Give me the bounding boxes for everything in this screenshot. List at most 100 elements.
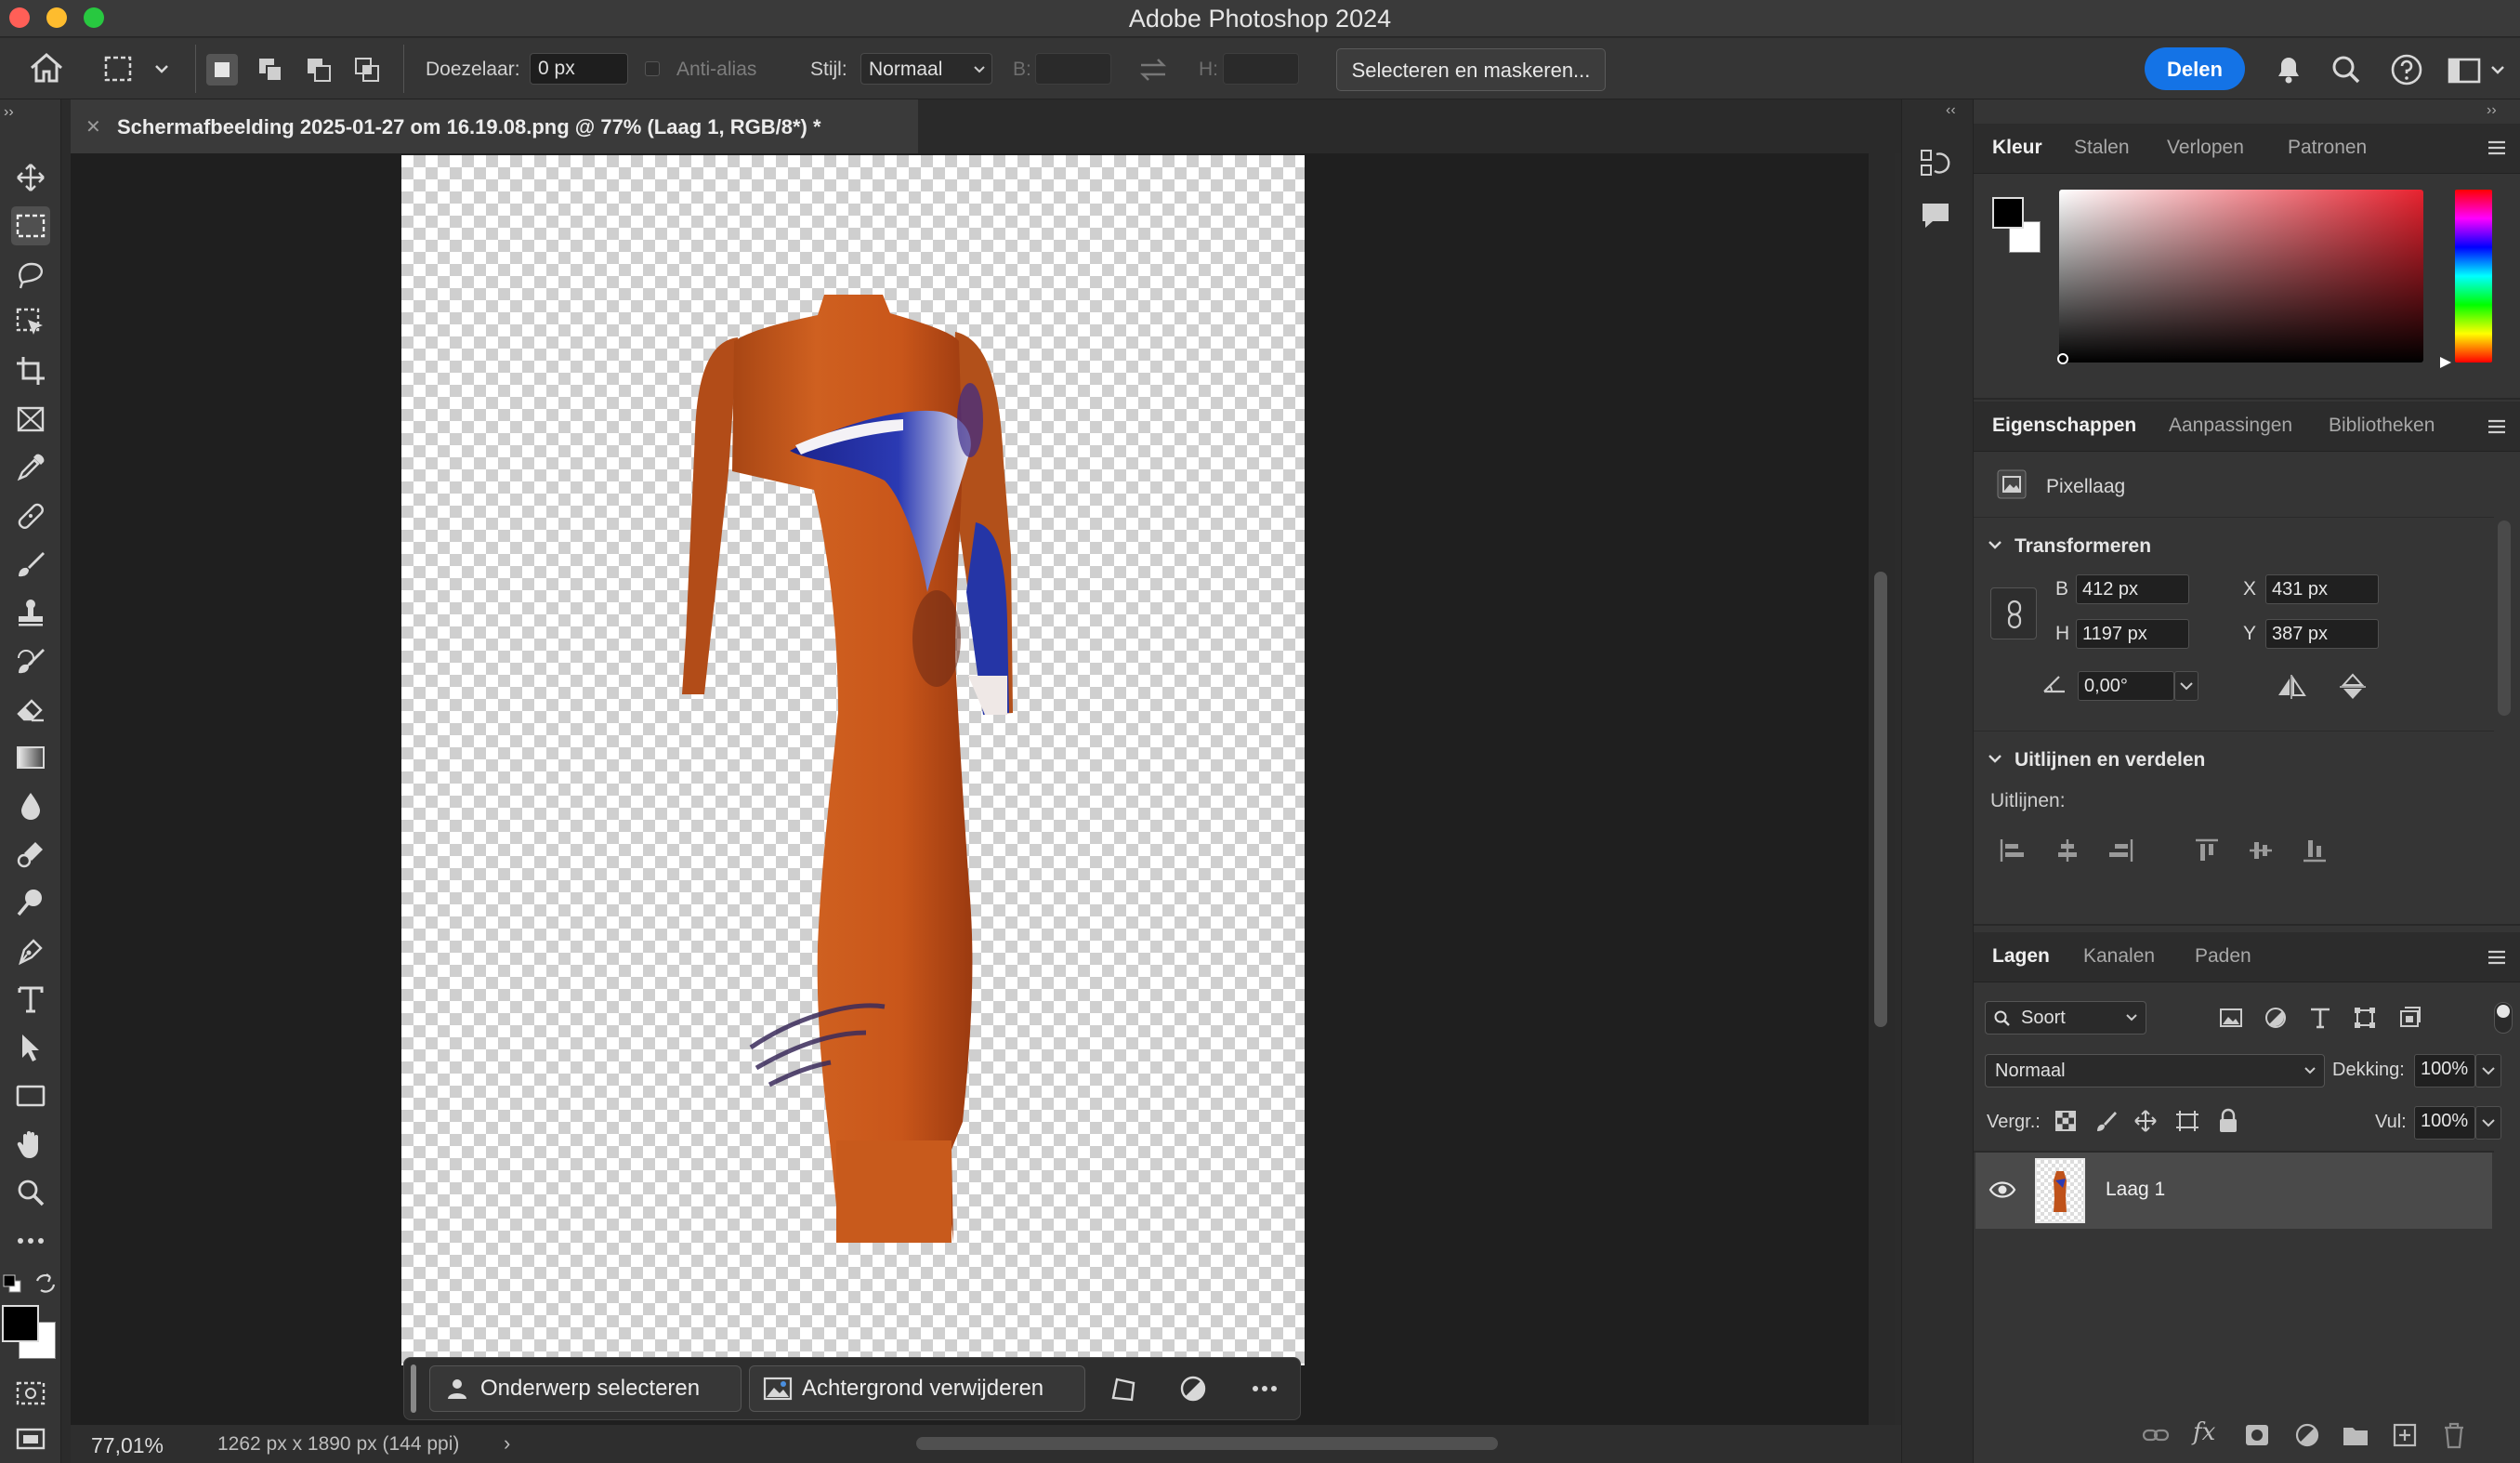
tab-libraries[interactable]: Bibliotheken <box>2329 415 2435 437</box>
lock-image-pixels-icon[interactable] <box>2094 1109 2119 1133</box>
width-input[interactable] <box>1035 53 1111 85</box>
eye-icon[interactable] <box>1988 1179 2016 1201</box>
rect-marquee-tool-icon[interactable] <box>11 206 50 245</box>
link-dimensions-button[interactable] <box>1990 587 2037 639</box>
chevron-down-icon[interactable] <box>1987 753 2003 766</box>
tab-channels[interactable]: Kanalen <box>2083 945 2155 968</box>
height-field[interactable]: 1197 px <box>2076 619 2189 649</box>
add-to-selection-button[interactable] <box>255 54 286 86</box>
help-icon[interactable] <box>2390 53 2423 86</box>
object-selection-tool-icon[interactable] <box>11 303 50 342</box>
align-top-edges-icon[interactable] <box>2193 837 2221 864</box>
tab-adjustments[interactable]: Aanpassingen <box>2169 415 2292 437</box>
fill-dropdown[interactable] <box>2475 1106 2501 1140</box>
add-mask-icon[interactable] <box>2243 1422 2271 1448</box>
new-adjustment-layer-icon[interactable] <box>2293 1422 2321 1448</box>
search-icon[interactable] <box>2330 54 2362 86</box>
fill-field[interactable]: 100% <box>2414 1106 2475 1140</box>
swap-colors-icon[interactable] <box>33 1272 58 1296</box>
swap-dimensions-icon[interactable] <box>1137 56 1169 84</box>
adjustment-icon[interactable] <box>1178 1374 1208 1404</box>
angle-field[interactable]: 0,00° <box>2078 671 2174 701</box>
delete-layer-icon[interactable] <box>2442 1421 2466 1449</box>
path-selection-tool-icon[interactable] <box>11 1028 50 1067</box>
horizontal-scroll-thumb[interactable] <box>916 1437 1498 1450</box>
comments-panel-icon[interactable] <box>1920 201 1951 231</box>
crop-tool-icon[interactable] <box>11 351 50 390</box>
filter-toggle[interactable] <box>2494 1002 2513 1034</box>
flip-horizontal-icon[interactable] <box>2275 673 2308 701</box>
hand-tool-icon[interactable] <box>11 1125 50 1164</box>
chevron-down-icon[interactable] <box>1987 539 2003 552</box>
screen-mode-icon[interactable] <box>11 1420 50 1459</box>
collapse-dock-icon[interactable]: ‹‹ <box>1946 102 1956 119</box>
lock-artboard-icon[interactable] <box>2174 1109 2200 1133</box>
task-bar-handle[interactable] <box>411 1364 416 1413</box>
more-tools-icon[interactable] <box>11 1221 50 1260</box>
transform-icon[interactable] <box>1108 1374 1139 1404</box>
gradient-tool-icon[interactable] <box>11 738 50 777</box>
clone-stamp-tool-icon[interactable] <box>11 593 50 632</box>
hue-slider-handle[interactable] <box>2438 355 2453 370</box>
eyedropper-tool-icon[interactable] <box>11 448 50 487</box>
color-picker-cursor[interactable] <box>2057 353 2068 364</box>
angle-dropdown[interactable] <box>2174 671 2198 701</box>
zoom-level[interactable]: 77,01% <box>91 1433 164 1458</box>
blur-tool-icon[interactable] <box>11 786 50 825</box>
document-canvas[interactable] <box>401 155 1305 1365</box>
more-options-icon[interactable] <box>1249 1376 1280 1402</box>
vertical-scrollbar[interactable] <box>1869 153 1895 1425</box>
new-group-icon[interactable] <box>2342 1422 2369 1448</box>
layer-filter-select[interactable]: Soort <box>1985 1001 2146 1035</box>
align-vertical-centers-icon[interactable] <box>2247 837 2275 864</box>
hue-slider[interactable] <box>2455 190 2492 362</box>
healing-brush-tool-icon[interactable] <box>11 496 50 535</box>
lock-position-icon[interactable] <box>2133 1109 2158 1133</box>
share-button[interactable]: Delen <box>2145 47 2245 90</box>
align-bottom-edges-icon[interactable] <box>2301 837 2329 864</box>
document-tab[interactable]: Schermafbeelding 2025-01-27 om 16.19.08.… <box>71 99 918 153</box>
style-select[interactable]: Normaal <box>860 53 992 85</box>
vertical-scroll-thumb[interactable] <box>1874 572 1887 1027</box>
move-tool-icon[interactable] <box>11 158 50 197</box>
width-field[interactable]: 412 px <box>2076 574 2189 604</box>
properties-panel-menu-icon[interactable] <box>2487 418 2507 435</box>
layers-panel-menu-icon[interactable] <box>2487 949 2507 966</box>
close-tab-icon[interactable]: ✕ <box>85 115 101 138</box>
color-field[interactable] <box>2059 190 2423 362</box>
filter-adjustment-icon[interactable] <box>2264 1006 2288 1030</box>
chevron-right-icon[interactable]: › <box>504 1431 510 1456</box>
panel-foreground-swatch[interactable] <box>1992 197 2024 229</box>
remove-background-button[interactable]: Achtergrond verwijderen <box>749 1365 1085 1412</box>
default-colors-icon[interactable] <box>2 1273 22 1294</box>
eraser-tool-icon[interactable] <box>11 690 50 729</box>
history-brush-tool-icon[interactable] <box>11 641 50 680</box>
filter-type-icon[interactable] <box>2308 1006 2332 1030</box>
blend-mode-select[interactable]: Normaal <box>1985 1054 2325 1087</box>
x-field[interactable]: 431 px <box>2265 574 2379 604</box>
select-and-mask-button[interactable]: Selecteren en maskeren... <box>1336 48 1606 91</box>
layer-name[interactable]: Laag 1 <box>2106 1179 2165 1201</box>
height-input[interactable] <box>1223 53 1299 85</box>
opacity-field[interactable]: 100% <box>2414 1054 2475 1087</box>
bell-icon[interactable] <box>2273 52 2304 86</box>
pen-tool-icon[interactable] <box>11 931 50 970</box>
subtract-from-selection-button[interactable] <box>303 54 335 86</box>
tab-layers[interactable]: Lagen <box>1992 945 2050 968</box>
frame-tool-icon[interactable] <box>11 400 50 439</box>
tab-swatches[interactable]: Stalen <box>2074 137 2130 159</box>
zoom-tool-icon[interactable] <box>11 1173 50 1212</box>
tab-gradients[interactable]: Verlopen <box>2167 137 2244 159</box>
select-subject-button[interactable]: Onderwerp selecteren <box>429 1365 742 1412</box>
collapse-panels-icon[interactable]: ›› <box>2487 102 2497 119</box>
y-field[interactable]: 387 px <box>2265 619 2379 649</box>
filter-smart-object-icon[interactable] <box>2397 1006 2422 1030</box>
rect-marquee-preset-icon[interactable] <box>102 54 173 84</box>
antialias-checkbox[interactable] <box>645 61 660 76</box>
dodge-tool-icon[interactable] <box>11 883 50 922</box>
type-tool-icon[interactable] <box>11 980 50 1019</box>
new-layer-icon[interactable] <box>2392 1422 2418 1448</box>
feather-input[interactable]: 0 px <box>530 53 628 85</box>
filter-shape-icon[interactable] <box>2353 1006 2377 1030</box>
tab-properties[interactable]: Eigenschappen <box>1992 415 2136 437</box>
